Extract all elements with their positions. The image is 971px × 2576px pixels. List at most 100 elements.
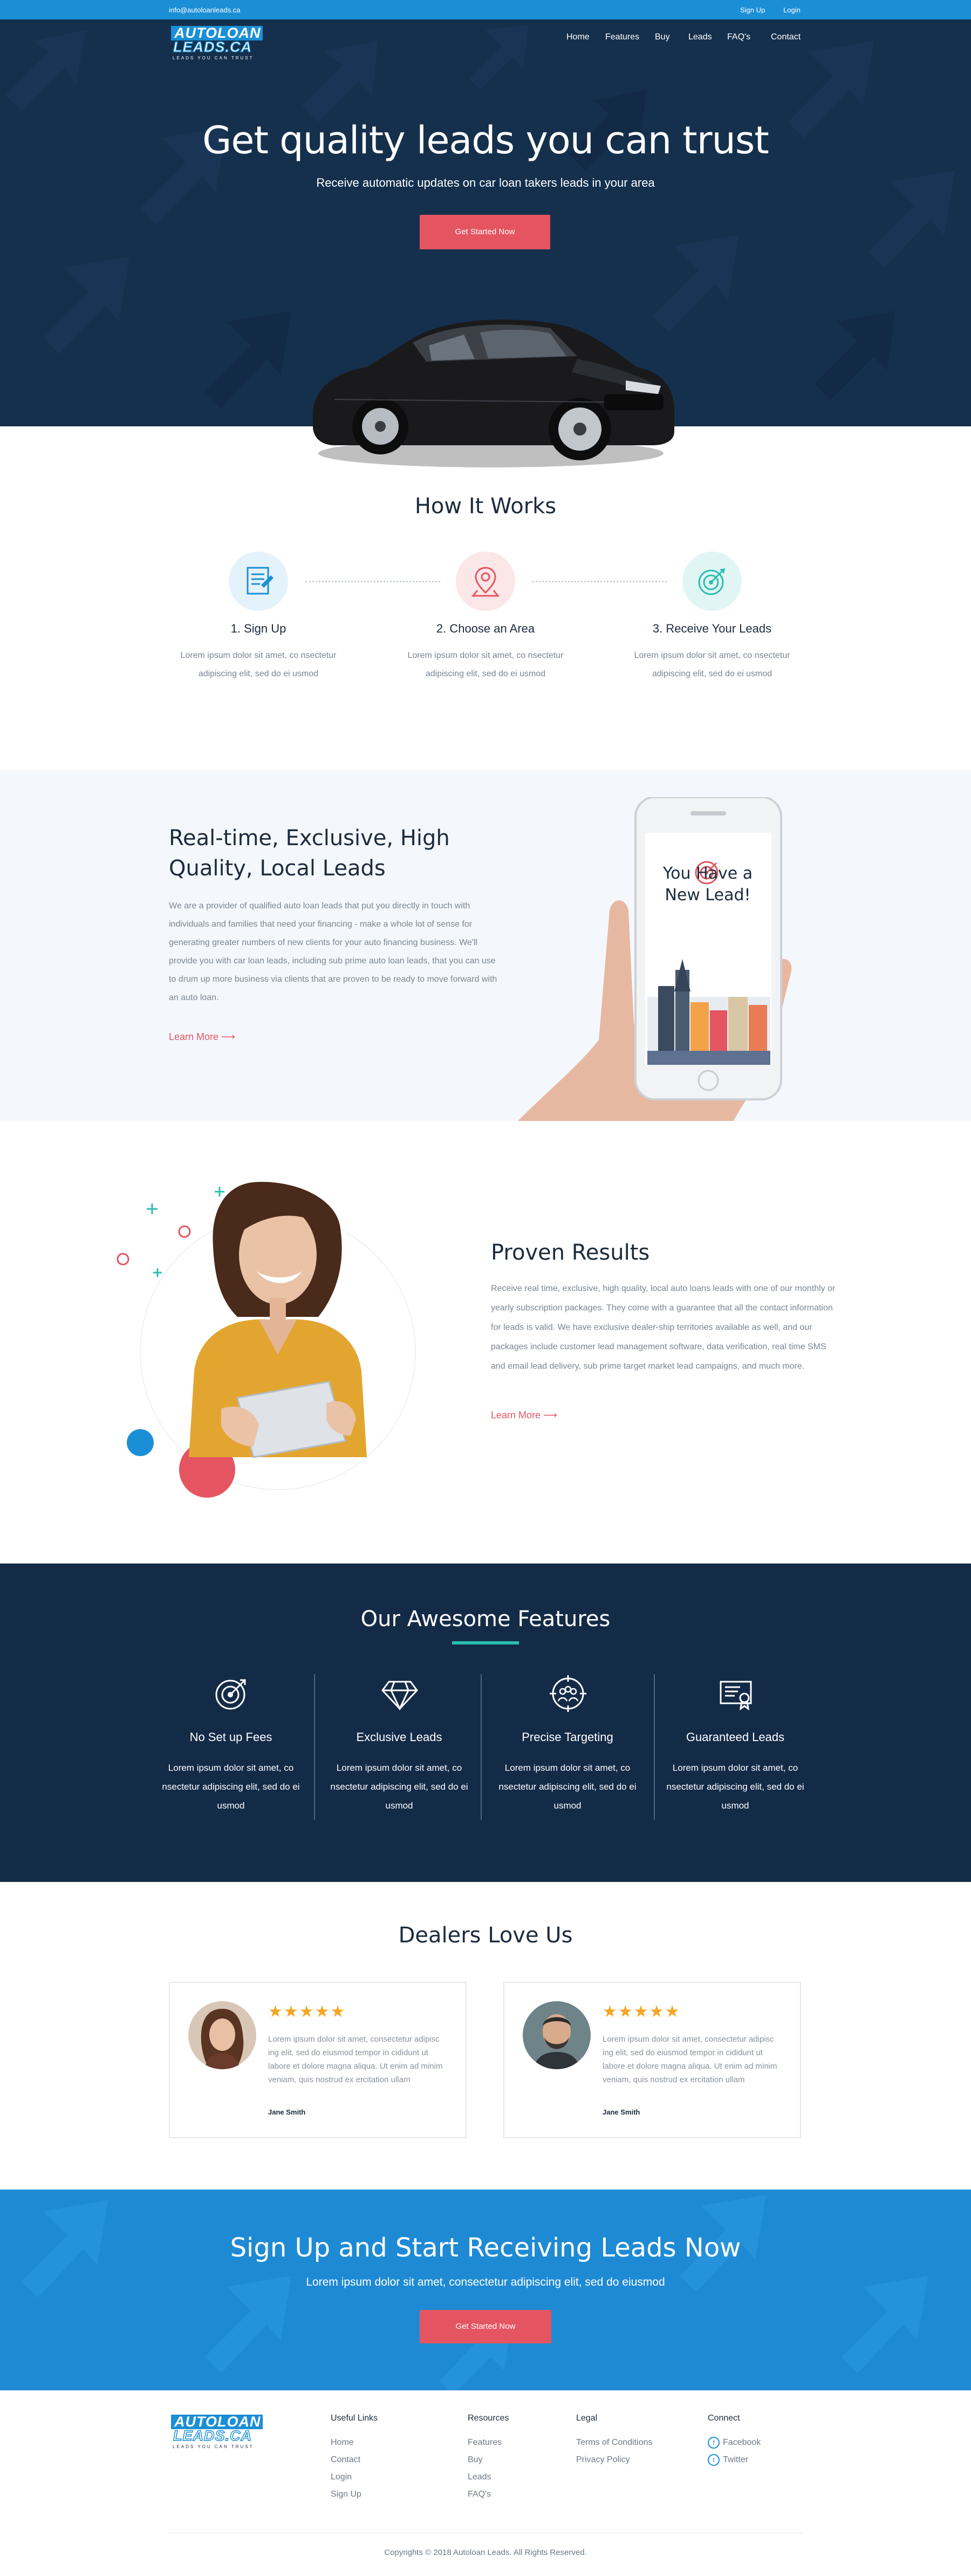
certificate-icon: [720, 1681, 752, 1711]
reviewer-name: Jane Smith: [268, 2108, 306, 2116]
review-text: Lorem ipsum dolor sit amet, consectetur …: [603, 2035, 777, 2084]
top-bar: info@autoloanleads.ca Sign Up Login: [0, 0, 971, 19]
diamond-icon: [381, 1681, 418, 1711]
target-icon: [215, 1679, 246, 1710]
step-leads-icon-wrap: [682, 552, 742, 611]
star-rating: ★★★★★: [603, 2003, 681, 2021]
footer-link-buy[interactable]: Buy: [468, 2451, 509, 2469]
footer-legal: Legal Terms of Conditions Privacy Policy: [576, 2414, 652, 2469]
top-login-link[interactable]: Login: [783, 6, 801, 14]
feature-text: Lorem ipsum dolor sit amet, co nsectetur…: [666, 1763, 804, 1811]
how-it-works-title: How It Works: [414, 494, 557, 519]
feature-divider: [654, 1674, 655, 1820]
contact-email-link[interactable]: info@autoloanleads.ca: [169, 6, 240, 14]
nav-buy[interactable]: Buy: [655, 32, 670, 42]
realtime-title: Real-time, Exclusive, High Quality, Loca…: [169, 826, 450, 881]
cta-subtitle: Lorem ipsum dolor sit amet, consectetur …: [306, 2276, 665, 2288]
car-image: [313, 320, 674, 467]
top-signup-link[interactable]: Sign Up: [740, 6, 765, 14]
title-underline: [452, 1641, 519, 1644]
step-1-title: 1. Sign Up: [230, 622, 286, 635]
copyright: Copyrights © 2018 Autoloan Leads. All Ri…: [384, 2548, 587, 2557]
features-title: Our Awesome Features: [360, 1607, 611, 1632]
feature-text: Lorem ipsum dolor sit amet, co nsectetur…: [330, 1763, 468, 1811]
feature-divider: [314, 1674, 315, 1820]
feature-divider: [481, 1674, 482, 1820]
cta-section: Sign Up and Start Receiving Leads Now Lo…: [0, 2190, 971, 2390]
reviewer-name: Jane Smith: [603, 2108, 640, 2116]
twitter-icon: t: [708, 2453, 720, 2466]
proven-results-text: Receive real time, exclusive, high quali…: [491, 1284, 836, 1371]
step-connector: [532, 581, 667, 582]
step-3-title: 3. Receive Your Leads: [652, 622, 772, 635]
star-rating: ★★★★★: [268, 2003, 346, 2021]
review-card: ★★★★★ Lorem ipsum dolor sit amet, consec…: [169, 1982, 467, 2138]
feature-name: Precise Targeting: [522, 1730, 613, 1744]
features-section: Our Awesome Features No Set up Fees Lore…: [0, 1564, 971, 1882]
hero-title: Get quality leads you can trust: [202, 118, 769, 162]
footer-useful-links: Useful Links Home Contact Login Sign Up: [331, 2414, 378, 2503]
footer-link-leads[interactable]: Leads: [468, 2469, 509, 2486]
woman-with-tablet-image: [117, 1181, 416, 1498]
nav-faqs[interactable]: FAQ's: [727, 32, 750, 42]
proven-learn-more-link[interactable]: Learn More ⟶: [491, 1410, 557, 1421]
realtime-section: Real-time, Exclusive, High Quality, Loca…: [0, 770, 971, 1121]
feature-text: Lorem ipsum dolor sit amet, co nsectetur…: [498, 1763, 637, 1811]
facebook-icon: f: [708, 2436, 720, 2449]
realtime-learn-more-link[interactable]: Learn More ⟶: [169, 1031, 235, 1043]
proven-results-title: Proven Results: [491, 1240, 650, 1265]
footer-connect: Connect f Facebook t Twitter: [708, 2414, 761, 2469]
footer-link-contact[interactable]: Contact: [331, 2451, 378, 2469]
arrow-right-icon: ⟶: [221, 1031, 235, 1042]
certificate-icon: [247, 567, 273, 595]
step-connector: [305, 581, 440, 582]
cta-get-started-button[interactable]: Get Started Now: [420, 2310, 551, 2343]
footer-link-terms[interactable]: Terms of Conditions: [576, 2434, 652, 2451]
cta-arrow-pattern: [22, 2195, 928, 2390]
footer-link-signup[interactable]: Sign Up: [331, 2486, 378, 2503]
feature-card: Guaranteed Leads Lorem ipsum dolor sit a…: [657, 1674, 813, 1823]
phone-illustration: You Have a New Lead!: [518, 797, 820, 1121]
footer-heading: Legal: [576, 2414, 598, 2423]
feature-name: No Set up Fees: [189, 1730, 272, 1744]
map-pin-icon: [471, 567, 500, 597]
feature-card: Exclusive Leads Lorem ipsum dolor sit am…: [321, 1674, 477, 1823]
footer-heading: Resources: [468, 2414, 509, 2423]
feature-name: Exclusive Leads: [356, 1730, 442, 1744]
nav-features[interactable]: Features: [605, 32, 639, 42]
feature-name: Guaranteed Leads: [686, 1730, 785, 1744]
footer-heading: Useful Links: [331, 2414, 378, 2423]
step-3-text: Lorem ipsum dolor sit amet, co nsectetur…: [634, 651, 790, 678]
review-card: ★★★★★ Lorem ipsum dolor sit amet, consec…: [503, 1982, 801, 2138]
footer-link-home[interactable]: Home: [331, 2434, 378, 2451]
footer-brand-logo[interactable]: AUTOLOAN LEADS.CA LEADS YOU CAN TRUST: [171, 2415, 269, 2450]
footer-heading: Connect: [708, 2414, 740, 2423]
feature-text: Lorem ipsum dolor sit amet, co nsectetur…: [162, 1763, 300, 1811]
dealers-title: Dealers Love Us: [398, 1923, 573, 1948]
nav-home[interactable]: Home: [566, 32, 590, 42]
avatar: [188, 2001, 256, 2069]
footer-link-privacy[interactable]: Privacy Policy: [576, 2451, 652, 2469]
step-2-title: 2. Choose an Area: [436, 622, 535, 635]
avatar: [523, 2001, 591, 2069]
footer-link-features[interactable]: Features: [468, 2434, 509, 2451]
step-signup-icon-wrap: [229, 552, 288, 611]
feature-card: Precise Targeting Lorem ipsum dolor sit …: [489, 1674, 646, 1823]
footer-link-twitter[interactable]: t Twitter: [708, 2451, 761, 2469]
nav-contact[interactable]: Contact: [771, 32, 801, 42]
step-1-text: Lorem ipsum dolor sit amet, co nsectetur…: [180, 651, 337, 678]
nav-leads[interactable]: Leads: [688, 32, 712, 42]
footer-link-faqs[interactable]: FAQ's: [468, 2486, 509, 2503]
step-area-icon-wrap: [456, 552, 515, 611]
brand-logo[interactable]: AUTOLOAN LEADS.CA LEADS YOU CAN TRUST: [171, 26, 269, 62]
phone-notification-text: You Have a New Lead!: [662, 864, 753, 905]
step-2-text: Lorem ipsum dolor sit amet, co nsectetur…: [407, 651, 564, 678]
hero-subtitle: Receive automatic updates on car loan ta…: [316, 176, 655, 189]
hero-get-started-button[interactable]: Get Started Now: [420, 215, 550, 249]
group-target-icon: [550, 1675, 586, 1712]
footer-resources: Resources Features Buy Leads FAQ's: [468, 2414, 509, 2503]
review-text: Lorem ipsum dolor sit amet, consectetur …: [268, 2035, 443, 2084]
footer-link-facebook[interactable]: f Facebook: [708, 2434, 761, 2451]
feature-card: No Set up Fees Lorem ipsum dolor sit ame…: [153, 1674, 309, 1823]
footer-link-login[interactable]: Login: [331, 2469, 378, 2486]
